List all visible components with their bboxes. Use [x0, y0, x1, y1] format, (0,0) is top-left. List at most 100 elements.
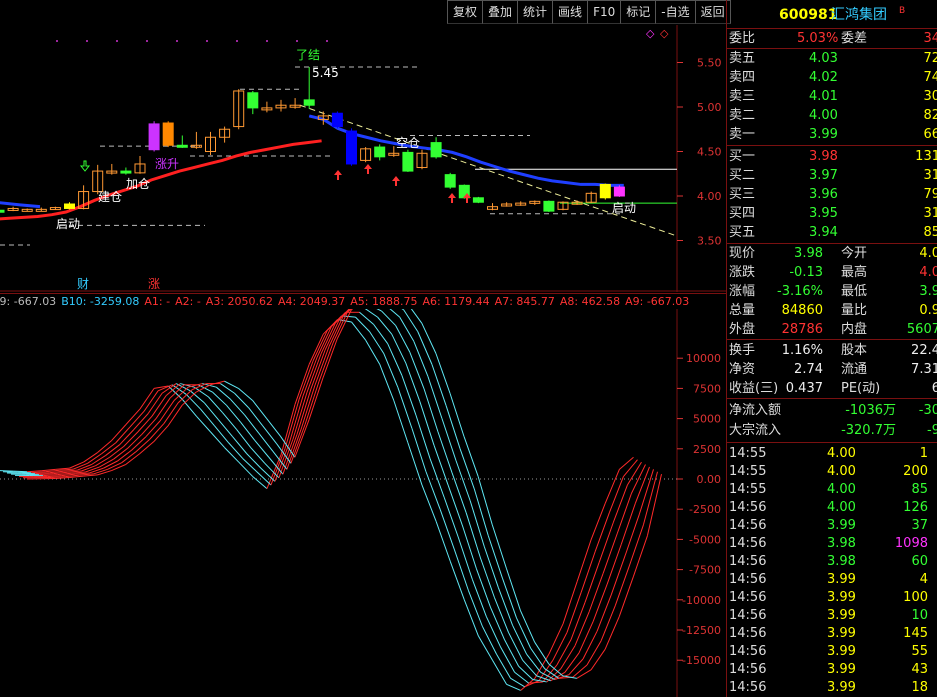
tick-price: 3.99: [827, 626, 856, 641]
candle-body[interactable]: [402, 151, 414, 172]
tick-row: 14:55 4.00 85: [727, 480, 937, 499]
indicator-series-segment: [405, 362, 421, 402]
indicator-series-segment: [85, 466, 100, 473]
indicator-series-segment: [576, 669, 592, 679]
annotation-qidong_right: 启动: [612, 201, 636, 215]
stock-code: 600981: [779, 7, 838, 23]
indicator-chart[interactable]: 10000 7500 5000 2500 0.00 -2500 -5000 -7500 -100…: [0, 309, 726, 697]
annotation-jiancang: 建仓: [98, 190, 122, 204]
up-arrow-icon: [364, 164, 372, 174]
indicator-series-segment: [419, 401, 435, 446]
ask-label: 卖一: [729, 127, 756, 142]
indicator-series-segment: [149, 423, 165, 440]
legend-entry: A2: -: [175, 295, 201, 308]
fund-label-2: PE(动): [841, 381, 881, 396]
indicator-series-segment: [522, 659, 538, 677]
fund-value: 1.16%: [781, 343, 823, 358]
stock-header[interactable]: 600981 汇鸿集团 B: [727, 4, 937, 26]
candle-body[interactable]: [120, 170, 132, 174]
weibi-value: 5.03%: [797, 31, 839, 46]
indicator-series-segment: [493, 597, 509, 633]
fundamental-row: 换手 1.16% 股本 22.4: [727, 341, 937, 360]
candle-body[interactable]: [374, 146, 386, 158]
indicator-series-segment: [548, 623, 564, 655]
candle-body[interactable]: [430, 142, 442, 158]
annotation-zhangsheng: 涨升: [155, 156, 179, 171]
legend-entry: B10: -3259.08: [61, 295, 140, 308]
stat-row: 涨幅 -3.16% 最低 3.9: [727, 282, 937, 301]
indicator-tick-label: 7500: [693, 382, 721, 395]
indicator-series-segment: [596, 594, 612, 632]
weibi-label: 委比: [729, 31, 756, 46]
indicator-series-segment: [121, 451, 137, 464]
candle-body[interactable]: [247, 92, 259, 109]
indicator-series-segment: [508, 632, 524, 661]
kline-chart[interactable]: ◇ ◇5.505.004.504.003.50了结5.45建仓加仓涨升空仓启动启动…: [0, 0, 726, 292]
marker-dot: [296, 40, 298, 42]
indicator-series-segment: [501, 577, 517, 619]
indicator-series-segment: [51, 476, 66, 479]
indicator-series-segment: [604, 616, 620, 650]
candle-body[interactable]: [148, 123, 160, 151]
indicator-series-segment: [423, 388, 439, 433]
candle-body[interactable]: [599, 183, 611, 199]
indicator-series-segment: [455, 460, 471, 501]
indicator-series-segment: [81, 465, 96, 472]
tick-row: 14:56 3.99 37: [727, 516, 937, 535]
candle-body[interactable]: [303, 99, 315, 106]
stat-value: -3.16%: [777, 284, 823, 299]
indicator-series-segment: [479, 557, 495, 598]
indicator-series-segment: [520, 610, 536, 643]
indicator-series-segment: [467, 589, 483, 627]
candle-body[interactable]: [613, 186, 625, 197]
fund-value-2: 22.4: [911, 343, 937, 358]
indicator-series-segment: [564, 652, 580, 673]
indicator-series-segment: [364, 309, 378, 318]
indicator-series-segment: [600, 605, 616, 642]
indicator-series-segment: [483, 546, 499, 588]
ask-price: 4.03: [809, 51, 838, 66]
indicator-series-segment: [477, 476, 493, 526]
annotation-liaojie: 了结: [296, 48, 320, 62]
candle-body[interactable]: [472, 197, 484, 203]
fundamental-row: 收益(三) 0.437 PE(动) 6: [727, 379, 937, 398]
indicator-series-segment: [510, 677, 525, 688]
price-tick-label: 4.50: [697, 146, 722, 159]
ask-label: 卖二: [729, 108, 756, 123]
indicator-series-segment: [383, 353, 399, 388]
tick-volume: 10: [911, 608, 928, 623]
candle-body[interactable]: [444, 174, 456, 188]
indicator-series-segment: [504, 639, 520, 667]
tick-row: 14:55 4.00 1: [727, 444, 937, 463]
indicator-series-segment: [39, 473, 54, 476]
bid-volume: 85: [923, 225, 937, 240]
stock-badge: B: [899, 6, 906, 16]
indicator-series-segment: [141, 418, 157, 435]
marker-dot: [56, 40, 58, 42]
ask-volume: 72: [923, 51, 937, 66]
candle-body[interactable]: [64, 203, 75, 209]
tick-price: 3.99: [827, 518, 856, 533]
indicator-series-segment: [421, 484, 437, 522]
candle-body[interactable]: [0, 209, 5, 213]
indicator-series-segment: [137, 415, 153, 433]
indicator-series-segment: [410, 309, 423, 324]
indicator-series-segment: [89, 467, 104, 474]
candle-body[interactable]: [162, 122, 174, 146]
indicator-series-segment: [115, 426, 131, 444]
indicator-series-segment: [520, 677, 536, 691]
candle-body[interactable]: [543, 200, 555, 212]
stat-value-2: 3.9: [919, 284, 937, 299]
indicator-tick-label: 0.00: [697, 473, 722, 486]
tick-volume: 1: [919, 446, 928, 461]
tick-row: 14:56 4.00 126: [727, 498, 937, 517]
candle-body[interactable]: [346, 130, 357, 165]
indicator-series-segment: [238, 461, 254, 477]
indicator-series-segment: [471, 579, 487, 617]
indicator-series-segment: [586, 640, 602, 666]
indicator-series-segment: [143, 390, 159, 412]
candle-body[interactable]: [331, 112, 343, 128]
indicator-series-segment: [512, 624, 528, 655]
candle-body[interactable]: [176, 144, 188, 148]
stat-row: 涨跌 -0.13 最高 4.0: [727, 263, 937, 282]
